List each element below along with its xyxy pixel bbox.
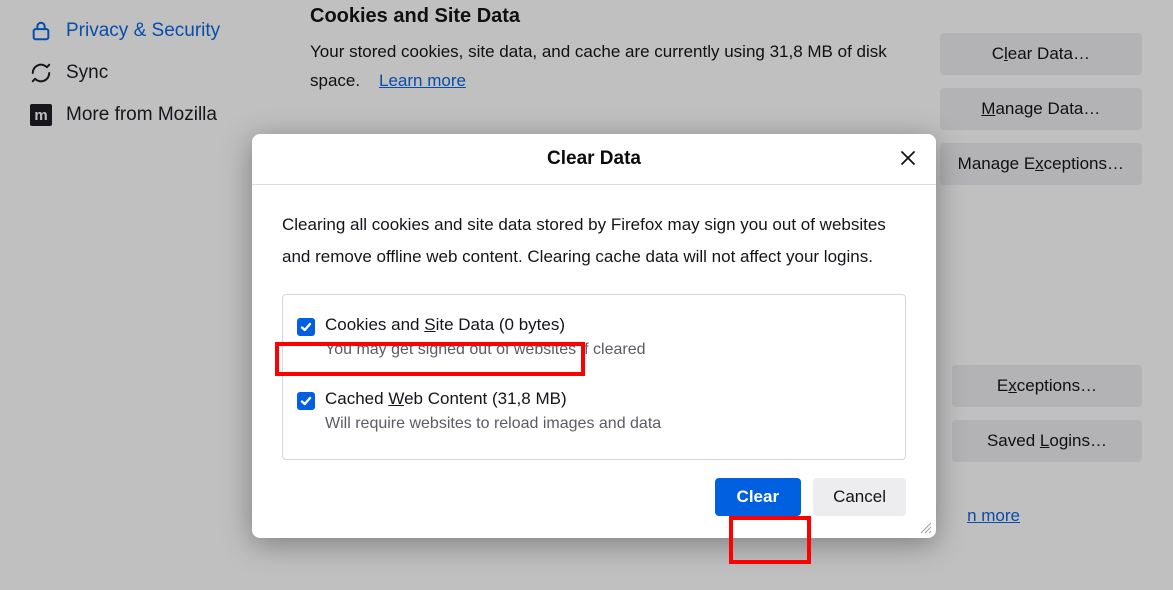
clear-data-dialog: Clear Data Clearing all cookies and site… [252, 134, 936, 538]
checkbox-cookies[interactable] [297, 318, 315, 336]
check-icon [300, 321, 312, 333]
dialog-close-button[interactable] [896, 146, 920, 170]
clear-options-box: Cookies and Site Data (0 bytes) You may … [282, 294, 906, 460]
cancel-button[interactable]: Cancel [813, 478, 906, 516]
dialog-footer: Clear Cancel [252, 478, 936, 538]
dialog-title: Clear Data [547, 148, 641, 169]
close-icon [900, 150, 916, 166]
check-icon [300, 395, 312, 407]
option-cookies[interactable]: Cookies and Site Data (0 bytes) You may … [297, 311, 887, 371]
option-cookies-sub: You may get signed out of websites if cl… [325, 341, 646, 359]
option-cookies-label: Cookies and Site Data (0 bytes) [325, 315, 646, 335]
dialog-header: Clear Data [252, 134, 936, 185]
dialog-description: Clearing all cookies and site data store… [282, 209, 906, 274]
option-cache[interactable]: Cached Web Content (31,8 MB) Will requir… [297, 385, 887, 445]
clear-button[interactable]: Clear [715, 478, 802, 516]
option-cache-label: Cached Web Content (31,8 MB) [325, 389, 661, 409]
option-cache-sub: Will require websites to reload images a… [325, 415, 661, 433]
checkbox-cache[interactable] [297, 392, 315, 410]
resize-grip-icon[interactable] [918, 520, 932, 534]
